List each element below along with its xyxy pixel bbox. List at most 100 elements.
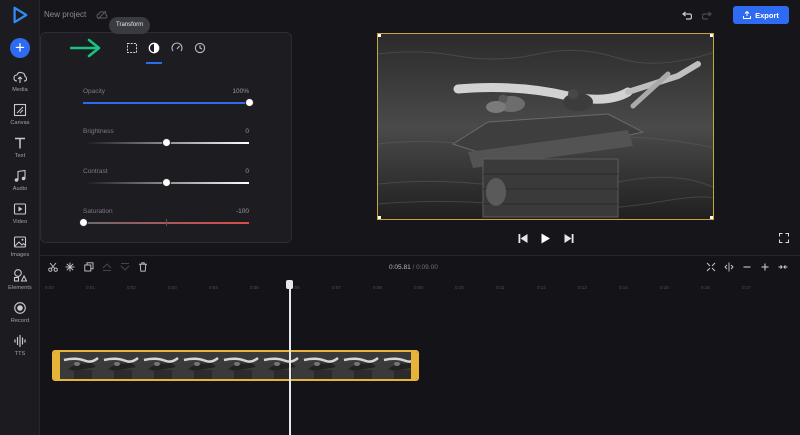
split-scissors-icon[interactable] [48, 262, 58, 272]
video-preview[interactable] [377, 33, 714, 220]
move-up-icon[interactable] [102, 262, 112, 272]
resize-handle[interactable] [378, 216, 381, 219]
contrast-slider[interactable]: Contrast 0 [83, 168, 249, 192]
rail-item-video[interactable]: Video [0, 202, 40, 225]
saturation-value: -100 [235, 208, 249, 215]
rail-item-text[interactable]: Text [0, 136, 40, 159]
video-clip[interactable] [52, 350, 419, 381]
ruler-tick-label: 0:04 [209, 285, 218, 290]
project-title[interactable]: New project [44, 10, 86, 19]
rail-item-label: Canvas [10, 120, 30, 126]
delete-icon[interactable] [138, 262, 148, 272]
clip-thumbnail [340, 352, 380, 379]
canvas-icon [13, 103, 27, 117]
export-icon [743, 11, 752, 19]
current-time: 0:05.81 [389, 264, 411, 271]
shapes-icon [13, 269, 27, 282]
timecode: 0:05.81 / 0:09.00 [389, 264, 438, 271]
app-logo-icon[interactable] [11, 6, 29, 24]
ruler-tick-label: 0:00 [45, 285, 54, 290]
skip-back-icon[interactable] [517, 233, 529, 244]
skip-forward-icon[interactable] [563, 233, 575, 244]
rail-item-label: TTS [14, 351, 26, 357]
rail-item-label: Text [14, 153, 26, 159]
fullscreen-icon[interactable] [779, 233, 789, 243]
playhead[interactable] [289, 286, 291, 435]
ruler-tick-label: 0:07 [332, 285, 341, 290]
opacity-label: Opacity [83, 88, 106, 95]
ruler-tick-label: 0:01 [86, 285, 95, 290]
rail-item-canvas[interactable]: Canvas [0, 103, 40, 126]
brightness-value: 0 [245, 128, 249, 135]
timing-tab-icon[interactable] [194, 42, 206, 54]
move-down-icon[interactable] [120, 262, 130, 272]
brightness-label: Brightness [83, 128, 114, 135]
opacity-slider[interactable]: Opacity 100% [83, 88, 254, 112]
rail-item-images[interactable]: Images [0, 235, 40, 258]
resize-handle[interactable] [378, 34, 381, 37]
export-button[interactable]: Export [733, 6, 789, 24]
adjust-tab-icon[interactable] [148, 42, 160, 54]
rail-item-label: Audio [12, 186, 28, 192]
saturation-label: Saturation [83, 208, 113, 215]
play-icon[interactable] [539, 233, 551, 244]
clip-thumbnail [60, 352, 100, 379]
preview-image [378, 34, 713, 219]
contrast-value: 0 [245, 168, 249, 175]
contrast-label: Contrast [83, 168, 108, 175]
cloud-sync-icon [96, 10, 108, 20]
ruler-tick-label: 0:17 [742, 285, 751, 290]
text-icon [15, 137, 25, 149]
rail-item-tts[interactable]: TTS [0, 334, 40, 357]
clip-thumbnail [140, 352, 180, 379]
clip-trim-end-handle[interactable] [411, 352, 417, 379]
clip-trim-start-handle[interactable] [54, 352, 60, 379]
redo-icon[interactable] [702, 11, 713, 20]
clip-thumbnail [180, 352, 220, 379]
clip-thumbnail [260, 352, 300, 379]
rail-item-elements[interactable]: Elements [0, 268, 40, 291]
ruler-tick-label: 0:02 [127, 285, 136, 290]
collapse-icon[interactable] [778, 262, 788, 272]
time-separator: / [412, 264, 415, 271]
rail-item-audio[interactable]: Audio [0, 169, 40, 192]
clip-thumbnail [300, 352, 340, 379]
timeline-panel [40, 255, 800, 435]
transform-tab-icon[interactable] [126, 42, 138, 54]
brightness-slider[interactable]: Brightness 0 [83, 128, 249, 152]
ruler-tick-label: 0:11 [496, 285, 505, 290]
speed-tab-icon[interactable] [171, 42, 183, 54]
contrast-slider-knob[interactable] [161, 178, 171, 187]
ruler-tick-label: 0:15 [660, 285, 669, 290]
rail-item-label: Record [10, 318, 30, 324]
export-label: Export [755, 10, 779, 20]
saturation-slider[interactable]: Saturation -100 [78, 208, 249, 232]
ruler-tick-label: 0:13 [578, 285, 587, 290]
video-icon [13, 203, 27, 215]
freeze-frame-icon[interactable] [65, 262, 75, 272]
rail-item-label: Elements [8, 285, 32, 291]
image-icon [13, 236, 27, 248]
resize-handle[interactable] [710, 216, 713, 219]
split-view-icon[interactable] [724, 262, 734, 272]
zoom-in-icon[interactable] [760, 262, 770, 272]
active-tab-indicator [146, 62, 162, 64]
undo-icon[interactable] [681, 11, 692, 20]
fit-timeline-icon[interactable] [706, 262, 716, 272]
add-media-button[interactable]: + [10, 38, 30, 58]
opacity-value: 100% [232, 88, 249, 95]
brightness-slider-knob[interactable] [161, 138, 171, 147]
ruler-tick-label: 0:08 [373, 285, 382, 290]
slider-track[interactable] [83, 102, 249, 104]
duplicate-icon[interactable] [84, 262, 94, 272]
resize-handle[interactable] [710, 34, 713, 37]
saturation-slider-knob[interactable] [78, 218, 88, 227]
playhead-handle[interactable] [286, 280, 293, 289]
clip-thumbnail [100, 352, 140, 379]
ruler-tick-label: 0:12 [537, 285, 546, 290]
opacity-slider-knob[interactable] [244, 98, 254, 107]
green-arrow-icon [70, 38, 101, 58]
zoom-out-icon[interactable] [742, 262, 752, 272]
rail-item-record[interactable]: Record [0, 301, 40, 324]
rail-item-media[interactable]: Media [0, 70, 40, 93]
